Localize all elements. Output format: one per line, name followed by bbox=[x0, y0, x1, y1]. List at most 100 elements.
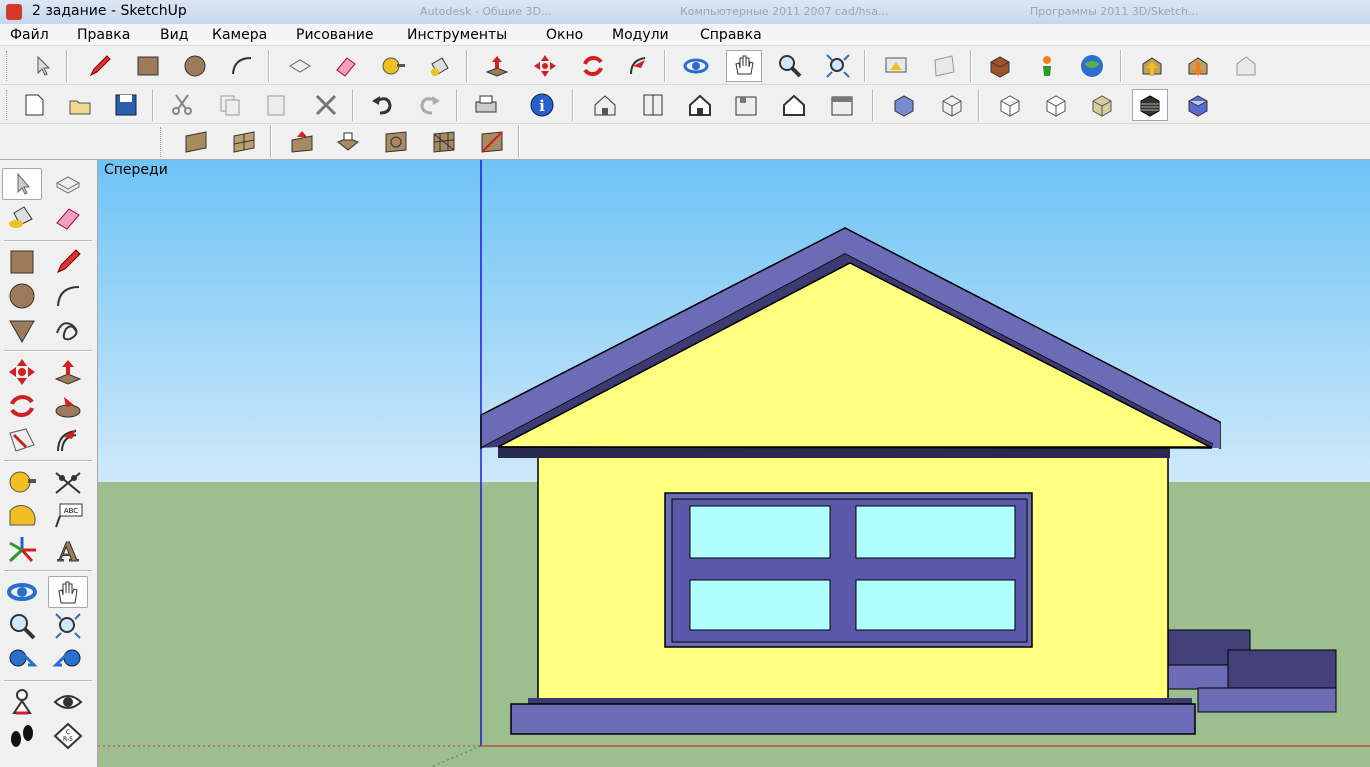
get-models-icon[interactable] bbox=[878, 50, 914, 82]
menu-file[interactable]: Файл bbox=[10, 27, 49, 43]
delete-icon[interactable] bbox=[308, 89, 344, 121]
rectangle-icon[interactable] bbox=[130, 50, 166, 82]
make-component-icon[interactable] bbox=[48, 168, 88, 200]
circle-tool-icon[interactable] bbox=[2, 280, 42, 312]
orbit-icon[interactable] bbox=[678, 50, 714, 82]
cut-icon[interactable] bbox=[164, 89, 200, 121]
pencil-icon[interactable] bbox=[82, 50, 118, 82]
front-view-icon[interactable] bbox=[682, 89, 718, 121]
preview-icon[interactable] bbox=[1228, 50, 1264, 82]
paint-bucket-icon[interactable] bbox=[422, 50, 458, 82]
wireframe-icon[interactable] bbox=[934, 89, 970, 121]
model-info-icon[interactable]: i bbox=[524, 89, 560, 121]
orbit-tool-icon[interactable] bbox=[2, 576, 42, 608]
xray-icon[interactable] bbox=[886, 89, 922, 121]
tape-measure-tool-icon[interactable] bbox=[2, 466, 42, 498]
zoom-icon[interactable] bbox=[772, 50, 808, 82]
paint-bucket-tool-icon[interactable] bbox=[2, 202, 42, 234]
drawing-viewport[interactable]: Спереди bbox=[98, 160, 1370, 767]
select-icon[interactable] bbox=[24, 50, 60, 82]
scale-tool-icon[interactable] bbox=[2, 424, 42, 456]
zoom-window-tool-icon[interactable] bbox=[48, 610, 88, 642]
menu-plugins[interactable]: Модули bbox=[612, 27, 669, 43]
eraser-tool-icon[interactable] bbox=[48, 202, 88, 234]
next-view-icon[interactable] bbox=[48, 644, 88, 676]
walk-footprints-icon[interactable] bbox=[2, 720, 42, 752]
location-icon[interactable] bbox=[1029, 50, 1065, 82]
push-pull-tool-icon[interactable] bbox=[48, 356, 88, 388]
dimension-tool-icon[interactable] bbox=[48, 466, 88, 498]
3d-text-tool-icon[interactable]: A bbox=[48, 534, 88, 566]
menu-view[interactable]: Вид bbox=[160, 27, 188, 43]
move-icon[interactable] bbox=[527, 50, 563, 82]
shaded-texture-icon[interactable] bbox=[1084, 89, 1120, 121]
rectangle-tool-icon[interactable] bbox=[2, 246, 42, 278]
open-icon[interactable] bbox=[62, 89, 98, 121]
arc-tool-icon[interactable] bbox=[48, 280, 88, 312]
toolbar-grip[interactable] bbox=[6, 90, 10, 120]
eraser-icon[interactable] bbox=[328, 50, 364, 82]
section-plane-icon[interactable]: C R-5 bbox=[48, 720, 88, 752]
add-detail-icon[interactable] bbox=[426, 126, 462, 158]
share-model-icon[interactable] bbox=[926, 50, 962, 82]
toolbar-grip[interactable] bbox=[6, 51, 10, 81]
circle-icon[interactable] bbox=[177, 50, 213, 82]
menu-help[interactable]: Справка bbox=[700, 27, 762, 43]
position-camera-icon[interactable] bbox=[2, 686, 42, 718]
google-earth-icon[interactable] bbox=[1074, 50, 1110, 82]
menu-draw[interactable]: Рисование bbox=[296, 27, 374, 43]
zoom-extents-icon[interactable] bbox=[820, 50, 856, 82]
menu-camera[interactable]: Камера bbox=[212, 27, 267, 43]
right-view-icon[interactable] bbox=[728, 89, 764, 121]
undo-icon[interactable] bbox=[364, 89, 400, 121]
zoom-tool-icon[interactable] bbox=[2, 610, 42, 642]
select-tool-icon[interactable] bbox=[2, 168, 42, 200]
pan-icon[interactable] bbox=[726, 50, 762, 82]
pan-tool-icon[interactable] bbox=[48, 576, 88, 608]
flip-edge-icon[interactable] bbox=[474, 126, 510, 158]
redo-icon[interactable] bbox=[412, 89, 448, 121]
polygon-tool-icon[interactable] bbox=[2, 314, 42, 346]
axes-tool-icon[interactable] bbox=[2, 534, 42, 566]
monochrome-icon[interactable] bbox=[1132, 89, 1168, 121]
paste-icon[interactable] bbox=[258, 89, 294, 121]
drape-icon[interactable] bbox=[378, 126, 414, 158]
look-around-eye-icon[interactable] bbox=[48, 686, 88, 718]
iso-view-icon[interactable] bbox=[587, 89, 623, 121]
toolbar-grip[interactable] bbox=[160, 127, 164, 157]
left-view-icon[interactable] bbox=[824, 89, 860, 121]
menu-window[interactable]: Окно bbox=[546, 27, 583, 43]
freehand-tool-icon[interactable] bbox=[48, 314, 88, 346]
line-tool-icon[interactable] bbox=[48, 246, 88, 278]
protractor-tool-icon[interactable] bbox=[2, 500, 42, 532]
tape-measure-icon[interactable] bbox=[375, 50, 411, 82]
move-tool-icon[interactable] bbox=[2, 356, 42, 388]
shaded-icon[interactable] bbox=[1038, 89, 1074, 121]
follow-me-tool-icon[interactable] bbox=[48, 390, 88, 422]
xray-style-icon[interactable] bbox=[1180, 89, 1216, 121]
save-icon[interactable] bbox=[108, 89, 144, 121]
menu-tools[interactable]: Инструменты bbox=[407, 27, 507, 43]
smoove-icon[interactable] bbox=[284, 126, 320, 158]
new-icon[interactable] bbox=[16, 89, 52, 121]
rotate-icon[interactable] bbox=[575, 50, 611, 82]
erase-icon[interactable] bbox=[282, 50, 318, 82]
hidden-line-icon[interactable] bbox=[992, 89, 1028, 121]
offset-tool-icon[interactable] bbox=[48, 424, 88, 456]
import-icon[interactable] bbox=[1180, 50, 1216, 82]
copy-icon[interactable] bbox=[212, 89, 248, 121]
rotate-tool-icon[interactable] bbox=[2, 390, 42, 422]
sandbox-from-scratch-icon[interactable] bbox=[226, 126, 262, 158]
menu-edit[interactable]: Правка bbox=[77, 27, 130, 43]
previous-view-icon[interactable] bbox=[2, 644, 42, 676]
component-icon[interactable] bbox=[982, 50, 1018, 82]
export-icon[interactable] bbox=[1134, 50, 1170, 82]
follow-me-icon[interactable] bbox=[621, 50, 657, 82]
sandbox-from-contours-icon[interactable] bbox=[178, 126, 214, 158]
back-view-icon[interactable] bbox=[776, 89, 812, 121]
arc-icon[interactable] bbox=[224, 50, 260, 82]
print-icon[interactable] bbox=[468, 89, 504, 121]
push-pull-icon[interactable] bbox=[479, 50, 515, 82]
top-view-icon[interactable] bbox=[635, 89, 671, 121]
stamp-icon[interactable] bbox=[330, 126, 366, 158]
